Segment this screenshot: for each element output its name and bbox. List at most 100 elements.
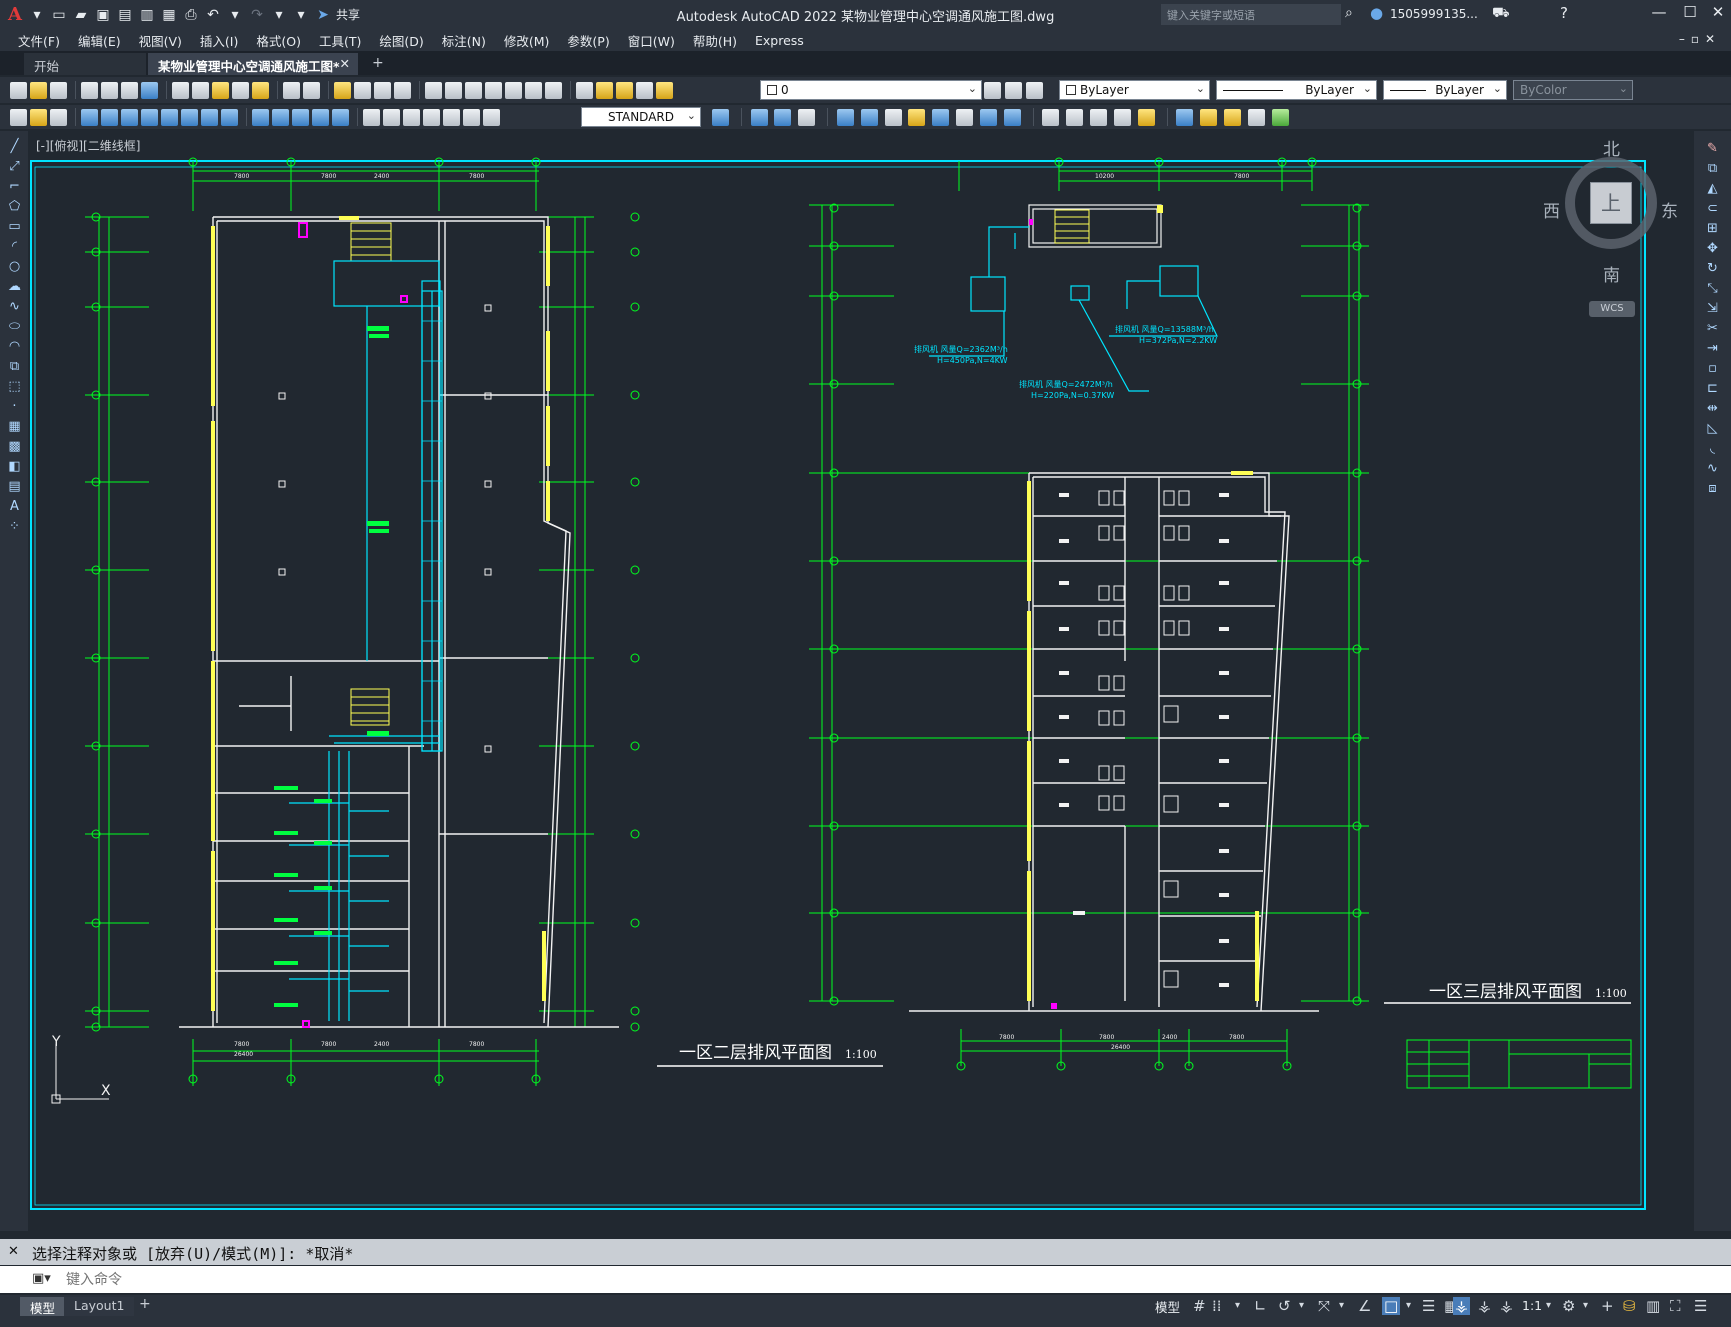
menu-view[interactable]: 视图(V) [131, 29, 192, 52]
search-icon[interactable]: ⌕ [1345, 5, 1353, 21]
aligned-dim-icon[interactable] [101, 108, 118, 126]
help-icon[interactable]: ? [1560, 4, 1568, 22]
arc-icon[interactable]: ◜ [7, 239, 22, 254]
menu-modify[interactable]: 修改(M) [496, 29, 560, 52]
polar-icon[interactable]: ↺ [1278, 1297, 1291, 1315]
qnew-icon[interactable] [10, 81, 27, 99]
autocad-logo-icon[interactable]: A [6, 5, 24, 24]
trim-icon[interactable] [979, 109, 997, 126]
move-icon[interactable] [884, 109, 902, 126]
pan-icon[interactable] [334, 81, 351, 99]
auto-scale-icon[interactable]: ⚶ [1478, 1297, 1491, 1315]
viewcube-east[interactable]: 东 [1661, 197, 1678, 222]
stretch-side-icon[interactable]: ⇲ [1705, 301, 1720, 316]
dim-edit-icon[interactable] [443, 108, 460, 126]
explode-side-icon[interactable]: ⧈ [1705, 481, 1720, 496]
viewcube-north[interactable]: 北 [1603, 135, 1620, 160]
array-side-icon[interactable]: ⊞ [1705, 221, 1720, 236]
publish-icon[interactable]: ▥ [138, 6, 156, 24]
markup-icon[interactable] [505, 81, 522, 99]
rotate-side-icon[interactable]: ↻ [1705, 261, 1720, 276]
matchprop-icon[interactable] [232, 81, 249, 99]
layer-previous-icon[interactable] [1005, 82, 1022, 99]
share-icon[interactable]: ➤ [314, 6, 332, 24]
open-icon[interactable] [30, 81, 47, 99]
make-block-icon[interactable]: ⬚ [7, 379, 22, 394]
menu-dimension[interactable]: 标注(N) [434, 29, 496, 52]
redo-dropdown-icon[interactable]: ▾ [270, 6, 288, 24]
snap-dropdown-icon[interactable]: ▾ [1235, 1300, 1240, 1311]
layer-properties-icon[interactable] [576, 81, 593, 99]
ellipse-icon[interactable]: ⬭ [7, 319, 22, 334]
radius-dim-icon[interactable] [161, 108, 178, 126]
break-icon[interactable] [1042, 109, 1060, 126]
new-file-icon[interactable]: ▭ [50, 6, 68, 24]
circle-icon[interactable]: ○ [7, 259, 22, 274]
insert-block-icon[interactable]: ⧉ [7, 359, 22, 374]
tab-start[interactable]: 开始 [24, 53, 146, 75]
menu-edit[interactable]: 编辑(E) [70, 29, 131, 52]
customize-statusbar-icon[interactable]: ☰ [1694, 1297, 1707, 1315]
units-icon[interactable]: ⛁ [1623, 1297, 1636, 1315]
scale-dropdown-icon[interactable]: ▾ [1546, 1300, 1551, 1311]
new-tab-icon[interactable]: + [372, 55, 384, 71]
annotation-scale-icon[interactable]: ⚶ [1500, 1297, 1513, 1315]
viewcube[interactable]: 北 南 东 西 上 WCS [1533, 135, 1693, 325]
mtext-icon[interactable]: A [7, 499, 22, 514]
command-close-icon[interactable]: ✕ [8, 1244, 19, 1259]
save-tool-icon[interactable] [50, 81, 67, 99]
table-icon[interactable]: ▤ [7, 479, 22, 494]
tab-drawing[interactable]: 某物业管理中心空调通风施工图* ✕ [148, 53, 358, 75]
join-side-icon[interactable]: ⇹ [1705, 401, 1720, 416]
isolate-objects-icon[interactable]: ▥ [1646, 1297, 1660, 1315]
document-window-controls[interactable]: –▫✕ [1679, 32, 1721, 46]
layer-match-icon[interactable] [1026, 82, 1043, 99]
polar-dropdown-icon[interactable]: ▾ [1299, 1300, 1304, 1311]
linear-dim-icon[interactable] [81, 108, 98, 126]
drawing-canvas[interactable]: 7800 7800 2400 7800 7800 7800 2400 7800 26400 … [29, 131, 1693, 1236]
close-button[interactable]: ✕ [1704, 3, 1731, 25]
linetype-dropdown[interactable]: ByLayer ⌄ [1216, 80, 1377, 100]
stretch-icon[interactable] [956, 109, 974, 126]
redo-tool-icon[interactable] [303, 81, 320, 99]
menu-format[interactable]: 格式(O) [248, 29, 311, 52]
center-mark-icon[interactable] [383, 108, 400, 126]
diameter-dim-icon[interactable] [201, 108, 218, 126]
continue-dim-icon[interactable] [292, 108, 309, 126]
inspection-icon[interactable] [403, 108, 420, 126]
dim-update-icon[interactable] [50, 108, 67, 126]
undo-tool-icon[interactable] [283, 81, 300, 99]
help-tool-icon[interactable] [545, 81, 562, 99]
menu-window[interactable]: 窗口(W) [620, 29, 685, 52]
hatch-back-icon[interactable] [1271, 109, 1289, 126]
send-back-icon[interactable] [1224, 109, 1242, 126]
3dprint-icon[interactable] [141, 81, 158, 99]
grid-icon[interactable]: # [1193, 1297, 1206, 1315]
menu-help[interactable]: 帮助(H) [685, 29, 747, 52]
line-icon[interactable]: ╱ [7, 139, 22, 154]
extend-icon[interactable] [1003, 109, 1021, 126]
chamfer-side-icon[interactable]: ◺ [1705, 421, 1720, 436]
minimize-button[interactable]: — [1645, 3, 1673, 25]
search-input[interactable]: 键入关键字或短语 [1161, 4, 1341, 25]
bring-front-icon[interactable] [1200, 109, 1218, 126]
snap-icon[interactable]: ⁞⁞ [1212, 1297, 1222, 1315]
layer-on-icon[interactable] [596, 81, 613, 99]
menu-file[interactable]: 文件(F) [10, 29, 70, 52]
tab-close-icon[interactable]: ✕ [340, 56, 350, 71]
rectangle-icon[interactable]: ▭ [7, 219, 22, 234]
menu-express[interactable]: Express [747, 31, 814, 50]
viewcube-west[interactable]: 西 [1543, 197, 1560, 222]
viewport-controls-label[interactable]: [-][俯视][二维线框] [36, 137, 140, 154]
properties-icon[interactable] [425, 81, 442, 99]
undo-icon[interactable]: ↶ [204, 6, 222, 24]
blend-side-icon[interactable]: ∿ [1705, 461, 1720, 476]
fillet-side-icon[interactable]: ◟ [1705, 441, 1720, 456]
user-name[interactable]: 1505999135... [1390, 7, 1478, 21]
object-snap-dropdown-icon[interactable]: ▾ [1406, 1300, 1411, 1311]
cut-icon[interactable] [172, 81, 189, 99]
save-as-icon[interactable]: ▤ [116, 6, 134, 24]
rotate-icon[interactable] [908, 109, 926, 126]
wcs-menu[interactable]: WCS [1589, 301, 1635, 317]
object-snap-icon[interactable]: □ [1382, 1297, 1401, 1315]
